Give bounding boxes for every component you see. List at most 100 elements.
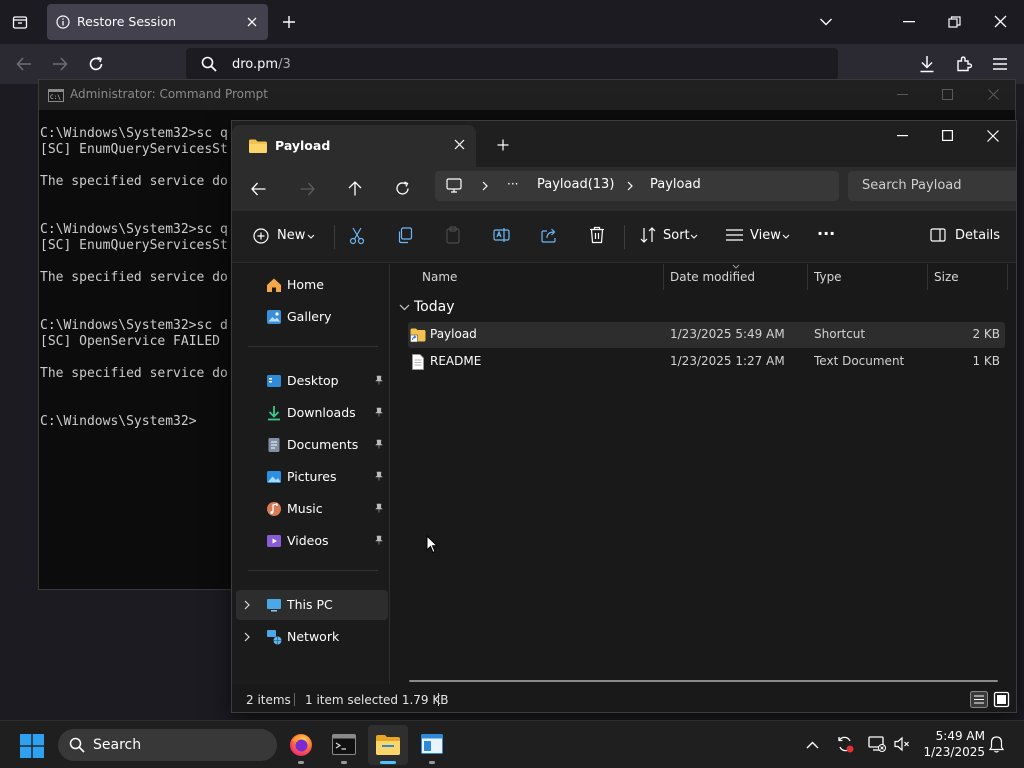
taskbar-command-prompt[interactable] bbox=[324, 725, 364, 765]
explorer-minimize-icon[interactable] bbox=[897, 135, 908, 137]
nav-item-home[interactable]: Home bbox=[236, 270, 388, 300]
more-options-button[interactable]: ··· bbox=[817, 224, 835, 243]
pin-icon[interactable] bbox=[374, 439, 384, 449]
restore-icon[interactable] bbox=[948, 16, 961, 28]
paste-icon[interactable] bbox=[445, 226, 461, 244]
list-all-tabs-chevron-icon[interactable] bbox=[819, 17, 833, 27]
file-explorer-window[interactable]: Payload ··· Payload(13) Payload Search P… bbox=[231, 120, 1017, 713]
sort-icon[interactable] bbox=[640, 227, 656, 243]
browser-tab-restore-session[interactable]: Restore Session bbox=[47, 4, 268, 40]
cut-icon[interactable] bbox=[349, 227, 365, 245]
new-tab-icon[interactable] bbox=[497, 139, 509, 151]
column-divider[interactable] bbox=[1007, 264, 1008, 290]
chevron-down-icon[interactable] bbox=[690, 234, 698, 239]
group-header-today[interactable]: Today bbox=[414, 299, 455, 315]
refresh-icon[interactable] bbox=[395, 181, 410, 196]
share-icon[interactable] bbox=[541, 227, 558, 243]
downloads-icon[interactable] bbox=[919, 55, 935, 73]
url-bar[interactable]: dro.pm/3 bbox=[186, 48, 838, 80]
breadcrumb[interactable]: ··· Payload(13) Payload bbox=[435, 171, 839, 201]
system-clock[interactable]: 5:49 AM 1/23/2025 bbox=[919, 728, 985, 760]
back-icon[interactable] bbox=[16, 57, 32, 71]
extensions-icon[interactable] bbox=[956, 55, 973, 72]
chevron-right-icon[interactable] bbox=[243, 600, 251, 610]
column-divider[interactable] bbox=[807, 264, 808, 290]
search-input[interactable]: Search Payload bbox=[848, 171, 1016, 201]
taskbar-file-explorer[interactable] bbox=[368, 725, 408, 765]
explorer-title-bar[interactable]: Payload bbox=[232, 121, 1016, 167]
copy-icon[interactable] bbox=[397, 227, 413, 244]
pin-icon[interactable] bbox=[374, 407, 384, 417]
sort-button[interactable]: Sort bbox=[663, 228, 690, 243]
table-row[interactable]: Payload 1/23/2025 5:49 AM Shortcut 2 KB bbox=[408, 322, 1005, 348]
close-tab-icon[interactable] bbox=[246, 16, 258, 28]
breadcrumb-current[interactable]: Payload bbox=[650, 177, 701, 192]
network-status-icon[interactable] bbox=[868, 735, 886, 753]
column-header-type[interactable]: Type bbox=[814, 270, 842, 284]
sync-icon[interactable] bbox=[836, 735, 854, 753]
nav-item-network[interactable]: Network bbox=[236, 622, 388, 652]
explorer-maximize-icon[interactable] bbox=[942, 130, 953, 141]
nav-item-videos[interactable]: Videos bbox=[236, 526, 388, 556]
back-icon[interactable] bbox=[251, 182, 266, 196]
new-icon[interactable] bbox=[253, 228, 269, 244]
volume-muted-icon[interactable] bbox=[894, 736, 910, 752]
chevron-down-icon[interactable] bbox=[307, 234, 315, 239]
pin-icon[interactable] bbox=[374, 503, 384, 513]
forward-icon[interactable] bbox=[300, 182, 315, 196]
nav-item-desktop[interactable]: Desktop bbox=[236, 366, 388, 396]
horizontal-scrollbar[interactable] bbox=[409, 680, 998, 682]
details-view-icon[interactable] bbox=[970, 691, 988, 708]
nav-item-music[interactable]: Music bbox=[236, 494, 388, 524]
cmd-minimize-icon[interactable] bbox=[897, 94, 908, 96]
nav-item-gallery[interactable]: Gallery bbox=[236, 302, 388, 332]
new-tab-icon[interactable] bbox=[282, 15, 296, 29]
pin-icon[interactable] bbox=[374, 471, 384, 481]
cmd-title-bar[interactable]: C:\ Administrator: Command Prompt bbox=[39, 80, 1015, 110]
explorer-tab-payload[interactable]: Payload bbox=[232, 125, 476, 167]
chevron-down-icon[interactable] bbox=[782, 234, 790, 239]
start-windows-icon[interactable] bbox=[20, 734, 44, 758]
nav-item-pictures[interactable]: Pictures bbox=[236, 462, 388, 492]
delete-icon[interactable] bbox=[589, 226, 605, 244]
group-collapse-chevron-icon[interactable] bbox=[399, 304, 410, 311]
cmd-maximize-icon[interactable] bbox=[942, 89, 953, 100]
nav-item-documents[interactable]: Documents bbox=[236, 430, 388, 460]
cmd-console-output[interactable]: C:\Windows\System32>sc q [SC] EnumQuerySe… bbox=[40, 126, 234, 430]
taskbar-search[interactable]: Search bbox=[58, 729, 277, 761]
new-button[interactable]: New bbox=[277, 228, 305, 243]
close-window-icon[interactable] bbox=[994, 15, 1007, 28]
chevron-right-icon[interactable] bbox=[243, 632, 251, 642]
details-pane-icon[interactable] bbox=[930, 228, 946, 242]
reload-icon[interactable] bbox=[88, 56, 104, 72]
pin-icon[interactable] bbox=[374, 535, 384, 545]
breadcrumb-parent[interactable]: Payload(13) bbox=[537, 177, 614, 192]
cmd-close-icon[interactable] bbox=[988, 89, 999, 100]
column-header-name[interactable]: Name bbox=[422, 270, 457, 284]
nav-item-downloads[interactable]: Downloads bbox=[236, 398, 388, 428]
taskbar-firefox[interactable] bbox=[281, 725, 321, 765]
explorer-close-icon[interactable] bbox=[987, 130, 999, 142]
up-icon[interactable] bbox=[348, 181, 362, 196]
details-button[interactable]: Details bbox=[955, 228, 1000, 243]
nav-item-this-pc[interactable]: This PC bbox=[236, 590, 388, 620]
column-divider[interactable] bbox=[663, 264, 664, 290]
forward-icon[interactable] bbox=[52, 57, 68, 71]
view-icon[interactable] bbox=[726, 229, 743, 241]
notification-bell-icon[interactable] bbox=[989, 736, 1004, 753]
rename-icon[interactable] bbox=[493, 227, 510, 243]
pin-icon[interactable] bbox=[374, 375, 384, 385]
tab-list-icon[interactable] bbox=[12, 14, 28, 30]
show-hidden-icons-chevron-icon[interactable] bbox=[806, 741, 819, 749]
column-header-size[interactable]: Size bbox=[934, 270, 959, 284]
app-menu-icon[interactable] bbox=[993, 58, 1007, 70]
table-row[interactable]: README 1/23/2025 1:27 AM Text Document 1… bbox=[408, 349, 1005, 375]
close-tab-icon[interactable] bbox=[454, 139, 465, 150]
minimize-icon[interactable] bbox=[903, 21, 915, 23]
tiles-view-icon[interactable] bbox=[993, 691, 1010, 708]
column-header-date[interactable]: Date modified bbox=[670, 270, 755, 284]
column-divider[interactable] bbox=[927, 264, 928, 290]
taskbar-control-panel[interactable] bbox=[412, 725, 452, 765]
view-button[interactable]: View bbox=[750, 228, 781, 243]
breadcrumb-more[interactable]: ··· bbox=[507, 177, 518, 191]
